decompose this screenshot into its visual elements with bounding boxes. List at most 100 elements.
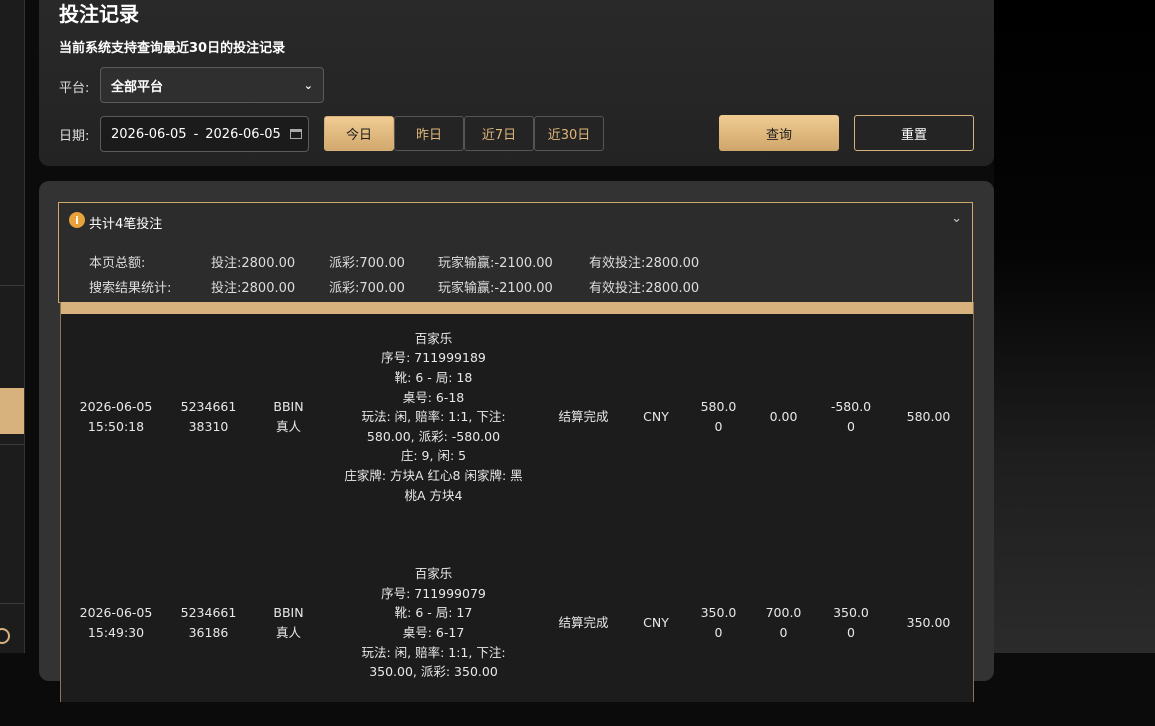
- summary-bet: 投注:2800.00: [211, 281, 296, 296]
- detail-line: 庄家牌: 方块A 红心8 闲家牌: 黑: [344, 467, 523, 483]
- platform-name: BBIN: [273, 605, 304, 621]
- cell-time: 2026-06-05 15:49:30: [66, 520, 166, 726]
- cell-win-loss: -580.0 0: [816, 314, 886, 520]
- amount-part: 0: [779, 625, 788, 640]
- cell-payout: 0.00: [751, 314, 816, 520]
- summary-valid: 有效投注:2800.00: [589, 256, 700, 271]
- game-category: 真人: [275, 625, 301, 640]
- summary-valid: 有效投注:2800.00: [589, 281, 700, 296]
- range-today-button[interactable]: 今日: [324, 116, 394, 151]
- range-30days-button[interactable]: 近30日: [534, 116, 604, 151]
- cell-valid-bet: 580.00: [906, 409, 951, 425]
- cell-currency: CNY: [643, 409, 669, 425]
- platform-select[interactable]: 全部平台 ⌄: [100, 67, 324, 103]
- date-separator: -: [193, 126, 199, 142]
- time-date: 2026-06-05: [79, 399, 153, 415]
- date-end-input[interactable]: 2026-06-05: [205, 127, 281, 142]
- amount-part: -580.0: [830, 399, 872, 415]
- sidebar-divider: [0, 603, 24, 604]
- table-header: [61, 302, 973, 314]
- range-7days-button[interactable]: 近7日: [464, 116, 534, 151]
- page-title: 投注记录: [59, 2, 139, 26]
- cell-bet-id: 5234661 38310: [166, 314, 251, 520]
- clock-icon[interactable]: [0, 628, 10, 644]
- summary-payout: 派彩:700.00: [329, 256, 405, 271]
- date-label: 日期:: [59, 129, 90, 144]
- summary-label: 搜索结果统计:: [89, 281, 172, 296]
- detail-line: 玩法: 闲, 赔率: 1:1, 下注:: [361, 644, 506, 660]
- info-icon: i: [69, 212, 85, 228]
- table-row: 2026-06-05 15:49:30 5234661 36186 BBIN 真人 百…: [61, 520, 973, 726]
- background-right: [994, 0, 1155, 653]
- cell-platform: BBIN 真人: [251, 314, 326, 520]
- cell-payout: 700.0 0: [751, 520, 816, 726]
- amount-part: 0.00: [769, 409, 798, 425]
- sidebar-rail: [0, 0, 25, 653]
- summary-box: i 共计4笔投注 ⌄ 本页总额: 投注:2800.00 派彩:700.00 玩家…: [58, 202, 973, 303]
- bet-id-part: 5234661: [180, 605, 237, 621]
- detail-line: 庄: 9, 闲: 5: [400, 448, 467, 464]
- amount-part: 0: [714, 419, 723, 434]
- table-row: 2026-06-05 15:50:18 5234661 38310 BBIN 真人 百…: [61, 314, 973, 520]
- cell-platform: BBIN 真人: [251, 520, 326, 726]
- sidebar-divider: [0, 444, 24, 445]
- detail-line: 靴: 6 - 局: 18: [394, 370, 473, 386]
- bet-id-part: 5234661: [180, 399, 237, 415]
- time-clock: 15:50:18: [87, 419, 145, 434]
- results-panel: i 共计4笔投注 ⌄ 本页总额: 投注:2800.00 派彩:700.00 玩家…: [39, 181, 994, 702]
- cell-currency: CNY: [643, 615, 669, 631]
- query-button[interactable]: 查询: [719, 115, 839, 151]
- platform-label: 平台:: [59, 81, 90, 96]
- detail-line: 桌号: 6-18: [402, 389, 465, 405]
- detail-line: 序号: 711999079: [381, 585, 486, 601]
- detail-line: 玩法: 闲, 赔率: 1:1, 下注:: [361, 409, 506, 425]
- cell-status: 结算完成: [558, 615, 609, 631]
- range-yesterday-button[interactable]: 昨日: [394, 116, 464, 151]
- amount-part: 350.0: [833, 605, 869, 621]
- platform-select-value: 全部平台: [111, 79, 164, 95]
- platform-name: BBIN: [273, 399, 304, 415]
- cell-bet-id: 5234661 36186: [166, 520, 251, 726]
- collapse-chevron-icon[interactable]: ⌄: [951, 211, 962, 226]
- cell-valid-bet: 350.00: [906, 615, 951, 631]
- page-subtitle: 当前系统支持查询最近30日的投注记录: [59, 41, 286, 56]
- time-date: 2026-06-05: [79, 605, 153, 621]
- amount-part: 350.0: [700, 605, 737, 621]
- records-table: 2026-06-05 15:50:18 5234661 38310 BBIN 真人 百…: [60, 302, 974, 702]
- sidebar-divider: [0, 285, 24, 286]
- bet-id-part: 36186: [188, 625, 229, 640]
- summary-title: 共计4笔投注: [89, 217, 163, 232]
- date-start-input[interactable]: 2026-06-05: [111, 127, 187, 142]
- detail-line: 桃A 方块4: [404, 487, 463, 503]
- sidebar-item-active[interactable]: [0, 388, 24, 434]
- filter-panel: 投注记录 当前系统支持查询最近30日的投注记录 平台: 全部平台 ⌄ 日期: 2…: [39, 0, 994, 166]
- calendar-icon[interactable]: [289, 129, 302, 139]
- date-range-picker[interactable]: 2026-06-05 - 2026-06-05: [100, 116, 309, 152]
- time-clock: 15:49:30: [87, 625, 145, 640]
- detail-line: 桌号: 6-17: [402, 625, 465, 640]
- detail-line: 百家乐: [414, 566, 453, 582]
- detail-line: 靴: 6 - 局: 17: [394, 605, 473, 621]
- amount-part: 0: [847, 625, 855, 640]
- detail-line: 序号: 711999189: [381, 350, 486, 366]
- amount-part: 0: [714, 625, 723, 640]
- cell-time: 2026-06-05 15:50:18: [66, 314, 166, 520]
- cell-bet-amount: 350.0 0: [686, 520, 751, 726]
- summary-bet: 投注:2800.00: [211, 256, 296, 271]
- summary-payout: 派彩:700.00: [329, 281, 405, 296]
- summary-win: 玩家输赢:-2100.00: [438, 281, 553, 296]
- amount-part: 580.0: [700, 399, 737, 415]
- reset-button[interactable]: 重置: [854, 115, 974, 151]
- summary-win: 玩家输赢:-2100.00: [438, 256, 553, 271]
- amount-part: 700.0: [765, 605, 802, 621]
- detail-line: 350.00, 派彩: 350.00: [369, 664, 498, 680]
- cell-bet-amount: 580.0 0: [686, 314, 751, 520]
- game-category: 真人: [275, 419, 301, 434]
- cell-detail: 百家乐 序号: 711999079 靴: 6 - 局: 17 桌号: 6-17 …: [326, 520, 541, 726]
- chevron-down-icon: ⌄: [303, 78, 313, 92]
- cell-win-loss: 350.0 0: [816, 520, 886, 726]
- bet-id-part: 38310: [188, 419, 229, 434]
- cell-detail: 百家乐 序号: 711999189 靴: 6 - 局: 18 桌号: 6-18 …: [326, 314, 541, 520]
- detail-line: 580.00, 派彩: -580.00: [366, 428, 501, 444]
- amount-part: 0: [847, 419, 855, 434]
